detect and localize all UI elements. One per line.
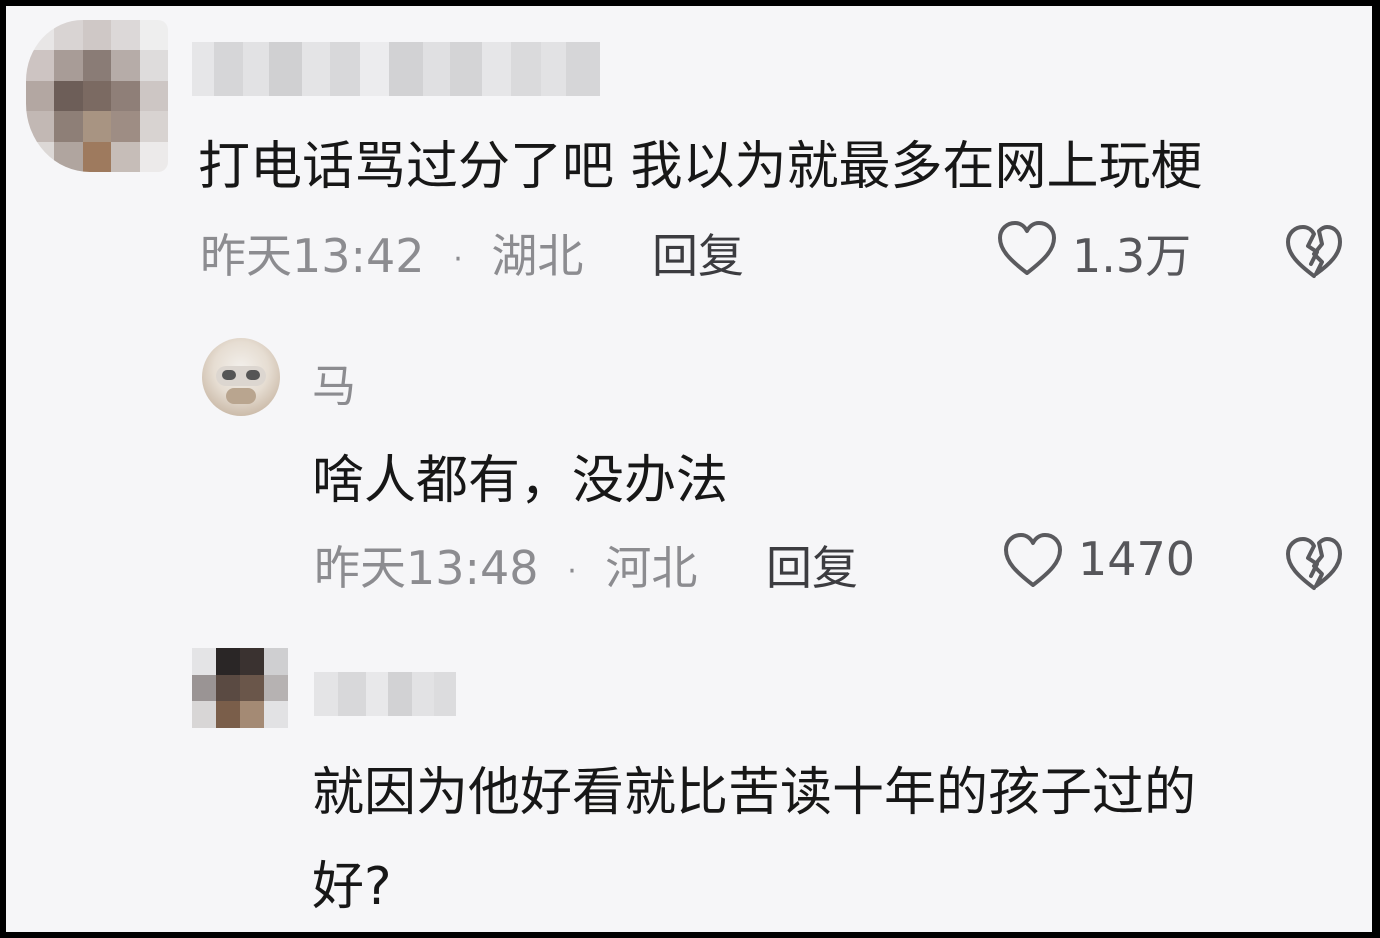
reply-button[interactable]: 回复: [652, 220, 744, 286]
heart-outline-icon[interactable]: [1002, 532, 1064, 590]
meta-separator: ·: [567, 554, 577, 589]
comment-text: 打电话骂过分了吧 我以为就最多在网上玩梗: [198, 137, 1203, 197]
avatar-blurred[interactable]: [26, 20, 168, 172]
comment-meta: 昨天13:48 · 河北: [314, 532, 697, 598]
like-count: 1470: [1078, 532, 1196, 586]
broken-heart-icon[interactable]: [1284, 536, 1344, 592]
comment-text-line1: 就因为他好看就比苦读十年的孩子过的: [312, 763, 1197, 823]
avatar[interactable]: [202, 338, 280, 416]
comment-time: 昨天13:42: [200, 229, 425, 283]
reply-button[interactable]: 回复: [766, 532, 858, 598]
heart-outline-icon[interactable]: [996, 220, 1058, 278]
comment-text: 啥人都有，没办法: [312, 451, 729, 511]
comment-location: 河北: [605, 541, 698, 595]
like-count: 1.3万: [1072, 229, 1192, 283]
username-blurred[interactable]: [192, 42, 600, 96]
avatar-blurred[interactable]: [192, 648, 288, 728]
comment-location: 湖北: [491, 229, 584, 283]
comment-list: 打电话骂过分了吧 我以为就最多在网上玩梗 昨天13:42 · 湖北 回复 1.3…: [6, 6, 1372, 932]
username[interactable]: 马: [312, 350, 356, 414]
meta-separator: ·: [453, 242, 463, 277]
comment-text-line2: 好?: [312, 857, 392, 917]
username-blurred[interactable]: [314, 672, 456, 716]
comment-meta: 昨天13:42 · 湖北: [200, 220, 583, 286]
broken-heart-icon[interactable]: [1284, 224, 1344, 280]
comment-time: 昨天13:48: [314, 541, 539, 595]
